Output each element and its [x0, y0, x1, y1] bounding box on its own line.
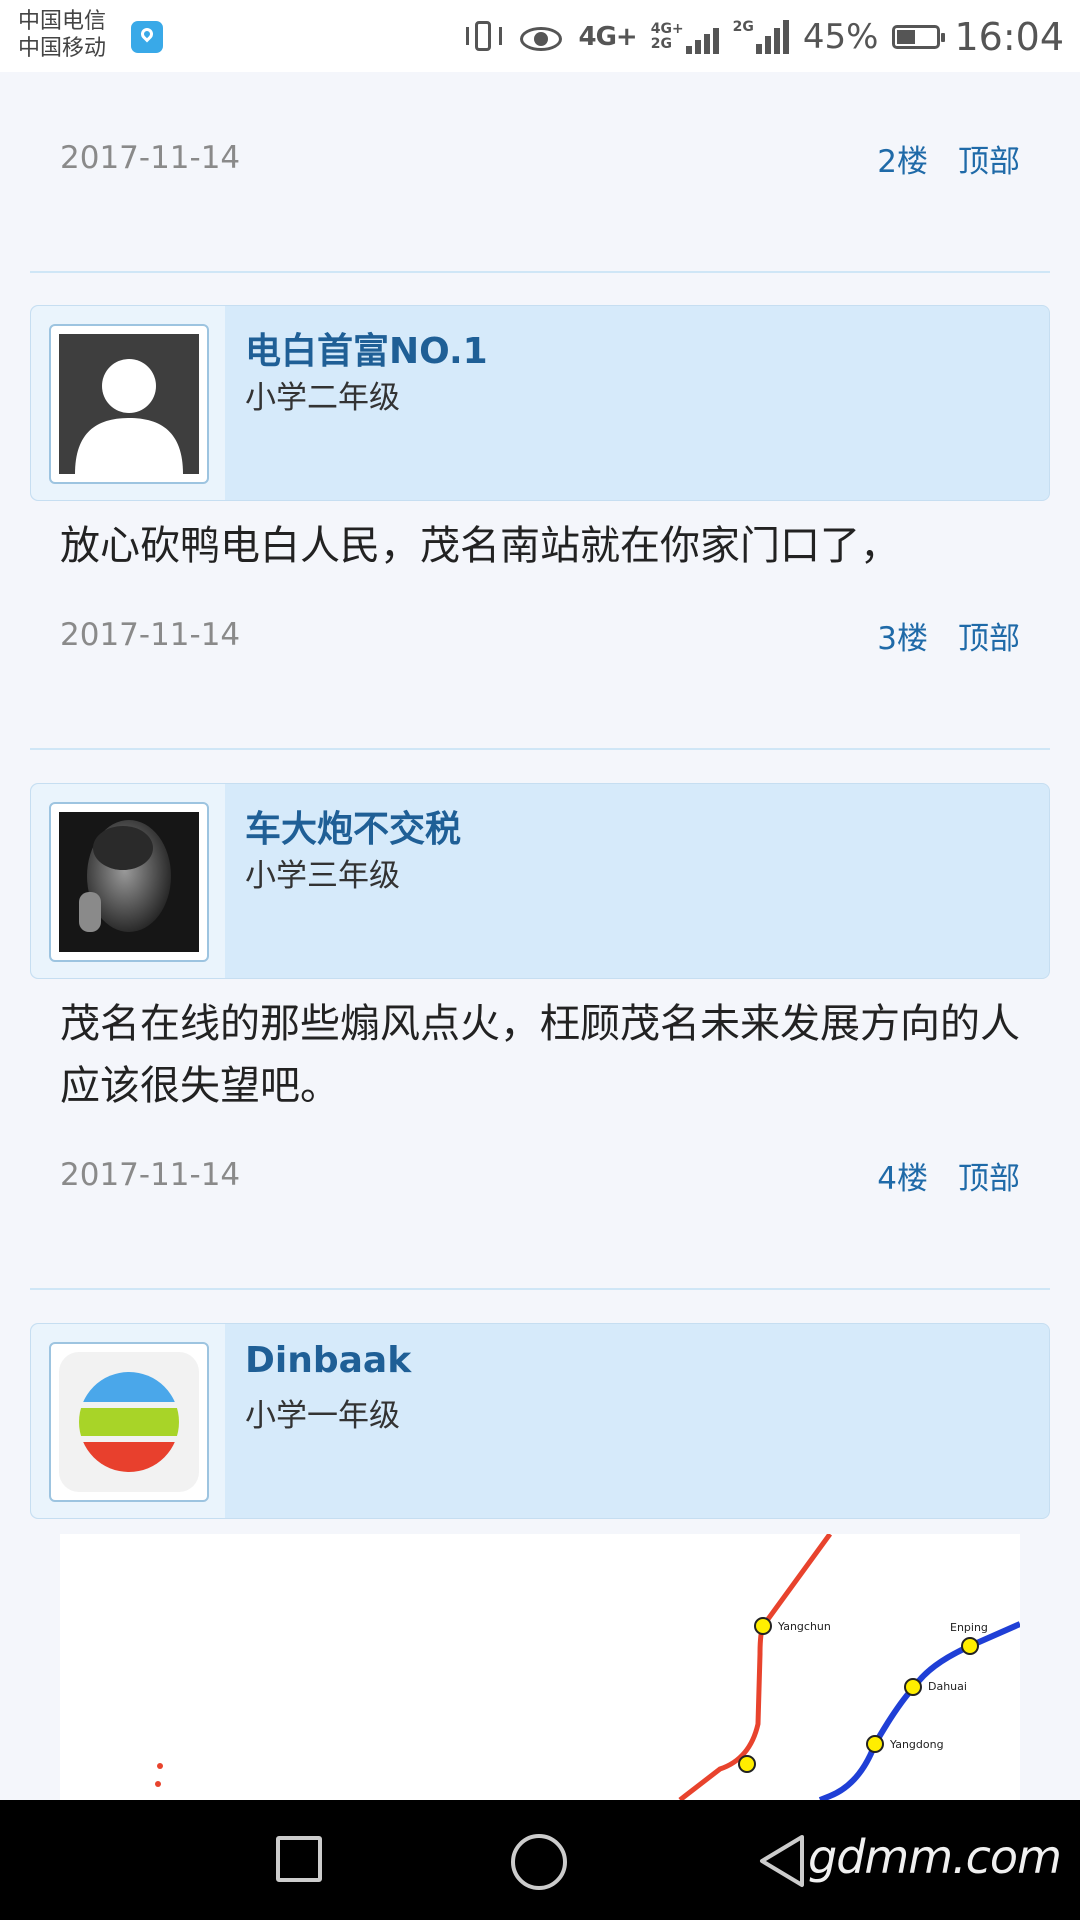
post-image-rail-map[interactable]: Yangchun Enping Dahuai Yangdong	[60, 1534, 1020, 1800]
username[interactable]: Dinbaak	[245, 1340, 411, 1381]
post-content: 放心砍鸭电白人民，茂名南站就在你家门口了，	[60, 523, 900, 569]
network-type-2-bottom: 2G	[650, 36, 672, 52]
back-to-top-link[interactable]: 顶部	[958, 1153, 1020, 1198]
signal-strength-icon	[685, 20, 719, 54]
system-navigation-bar: gdmm.com	[0, 1800, 1080, 1920]
username[interactable]: 车大炮不交税	[245, 800, 461, 852]
user-level: 小学三年级	[245, 858, 400, 894]
user-level: 小学二年级	[245, 380, 400, 416]
post-content: 茂名在线的那些煽风点火，枉顾茂名未来发展方向的人应该很失望吧。	[60, 1001, 1020, 1109]
avatar-container	[31, 306, 225, 500]
default-user-avatar-icon	[59, 334, 199, 474]
carrier-labels: 中国电信 中国移动	[18, 8, 106, 62]
station-label: Enping	[950, 1621, 988, 1634]
post-divider	[30, 748, 1050, 750]
recent-apps-button[interactable]	[276, 1836, 322, 1882]
floor-link[interactable]: 4楼	[877, 1153, 928, 1198]
avatar[interactable]	[49, 1342, 209, 1502]
post-meta-row: 2017-11-14 2楼 顶部	[60, 136, 1020, 181]
site-watermark: gdmm.com	[808, 1830, 1062, 1884]
floor-link[interactable]: 3楼	[877, 613, 928, 658]
floor-link[interactable]: 2楼	[877, 136, 928, 181]
network-type-2: 4G+ 2G	[651, 20, 719, 54]
avatar[interactable]	[49, 324, 209, 484]
battery-percent: 45%	[802, 17, 879, 57]
network-type-3: 2G	[733, 20, 789, 54]
post-links: 4楼 顶部	[877, 1153, 1020, 1198]
post-divider	[30, 271, 1050, 273]
post-date: 2017-11-14	[60, 1157, 241, 1193]
eye-comfort-icon	[518, 17, 564, 57]
post-meta-row: 2017-11-14 4楼 顶部	[60, 1153, 1020, 1198]
back-button[interactable]	[754, 1831, 810, 1891]
status-icons: 4G+ 4G+ 2G 2G 45% 16:04	[464, 12, 1064, 62]
network-type-3-label: 2G	[732, 19, 754, 35]
battery-icon	[892, 25, 946, 49]
home-button[interactable]	[511, 1834, 567, 1890]
clock: 16:04	[954, 15, 1064, 59]
network-type-2-top: 4G+	[650, 21, 684, 37]
post-date: 2017-11-14	[60, 140, 241, 176]
status-bar: 中国电信 中国移动 4G+ 4G+ 2G 2G 45% 16:04	[0, 0, 1080, 72]
back-to-top-link[interactable]: 顶部	[958, 136, 1020, 181]
post-meta-row: 2017-11-14 3楼 顶部	[60, 613, 1020, 658]
station-label: Yangdong	[889, 1738, 944, 1751]
avatar[interactable]	[49, 802, 209, 962]
post-links: 2楼 顶部	[877, 136, 1020, 181]
user-card: 车大炮不交税 小学三年级	[30, 783, 1050, 979]
signal-strength-icon-2	[755, 20, 789, 54]
location-app-icon	[131, 21, 163, 53]
carrier-1: 中国电信	[18, 9, 107, 34]
post-divider	[30, 1288, 1050, 1290]
post-date: 2017-11-14	[60, 617, 241, 653]
station-label: Yangchun	[777, 1620, 831, 1633]
carrier-2: 中国移动	[18, 36, 107, 61]
post-links: 3楼 顶部	[877, 613, 1020, 658]
user-photo-avatar	[59, 812, 199, 952]
vibrate-icon	[464, 17, 504, 57]
user-card: 电白首富NO.1 小学二年级	[30, 305, 1050, 501]
network-type-1: 4G+	[578, 22, 637, 52]
user-level: 小学一年级	[245, 1398, 400, 1434]
username[interactable]: 电白首富NO.1	[245, 322, 488, 374]
avatar-container	[31, 784, 225, 978]
avatar-container	[31, 1324, 225, 1518]
tvb-logo-avatar	[59, 1352, 199, 1492]
user-card: Dinbaak 小学一年级	[30, 1323, 1050, 1519]
back-to-top-link[interactable]: 顶部	[958, 613, 1020, 658]
station-label: Dahuai	[928, 1680, 967, 1693]
